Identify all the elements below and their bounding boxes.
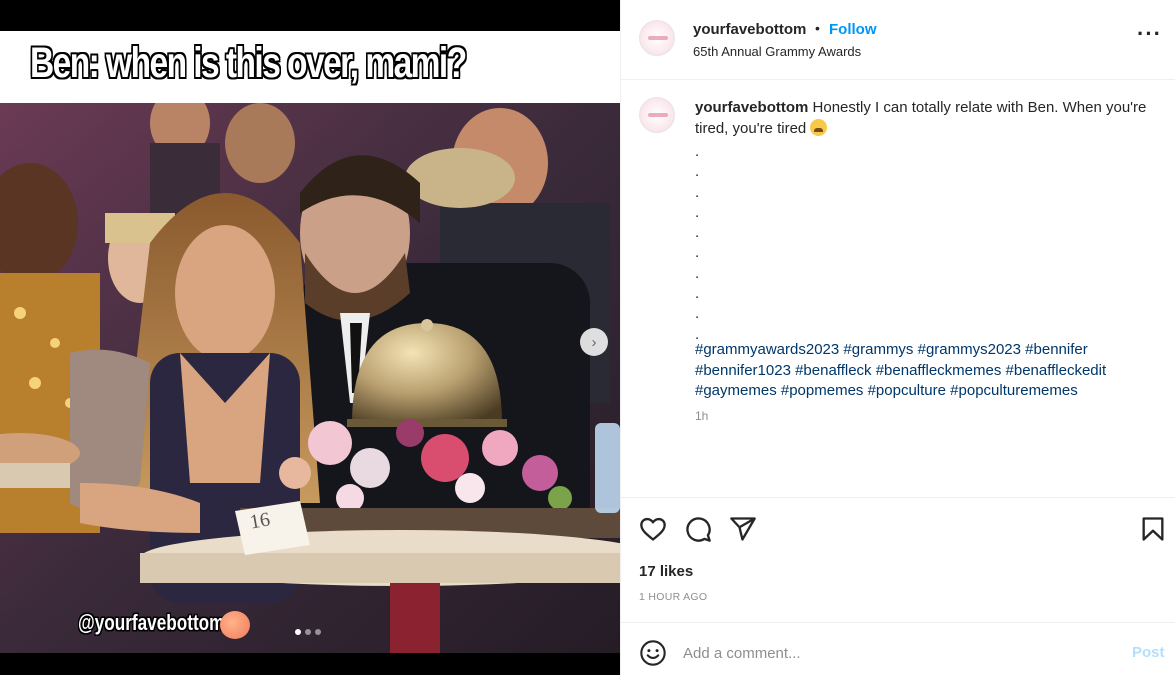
caption-dot-line: .: [695, 163, 700, 181]
hashtag-link[interactable]: #popculture: [868, 382, 946, 399]
posted-time: 1 HOUR AGO: [639, 591, 708, 603]
caption-text: yourfavebottom Honestly I can totally re…: [695, 98, 1150, 139]
hashtag-link[interactable]: #bennifer: [1025, 341, 1088, 358]
header-username[interactable]: yourfavebottom: [693, 21, 806, 38]
carousel-dot: [305, 629, 311, 635]
hashtag-link[interactable]: #benaffleckmemes: [876, 362, 1002, 379]
caption-dot-line: .: [695, 305, 700, 323]
action-bar: 17 likes 1 HOUR AGO: [621, 498, 1175, 623]
caption-dot-line: .: [695, 224, 700, 242]
post-media[interactable]: Ben: when is this over, mami? @yourfaveb…: [0, 0, 620, 675]
peach-emoji-icon: [220, 611, 250, 639]
caption-dot-line: .: [695, 143, 700, 160]
share-icon[interactable]: [729, 515, 757, 543]
carousel-dot: [295, 629, 301, 635]
post-details-panel: yourfavebottom • Follow 65th Annual Gram…: [620, 0, 1175, 675]
comment-icon[interactable]: [684, 515, 712, 543]
caption-dot-line: .: [695, 244, 700, 262]
caption-dot-line: .: [695, 183, 700, 201]
chevron-right-icon: ›: [591, 333, 597, 351]
post-header: yourfavebottom • Follow 65th Annual Gram…: [621, 0, 1175, 80]
follow-button[interactable]: Follow: [829, 21, 877, 38]
caption-dot-line: .: [695, 285, 700, 303]
hashtag-link[interactable]: #grammys: [843, 341, 913, 358]
avatar[interactable]: [639, 20, 675, 56]
caption-area: yourfavebottom Honestly I can totally re…: [621, 80, 1175, 498]
hashtag-link[interactable]: #popculturememes: [950, 382, 1078, 399]
caption-avatar[interactable]: [639, 97, 675, 133]
hashtag-list: #grammyawards2023 #grammys #grammys2023 …: [695, 340, 1155, 402]
table-card-number: 16: [248, 508, 272, 534]
heart-icon[interactable]: [639, 515, 667, 543]
comment-box: Post: [621, 623, 1175, 675]
caption-timestamp: 1h: [695, 409, 709, 423]
meme-caption: Ben: when is this over, mami?: [30, 39, 467, 87]
watermark-text: @yourfavebottom: [78, 610, 225, 635]
carousel-next-button[interactable]: ›: [580, 328, 608, 356]
hashtag-link[interactable]: #benaffleck: [795, 362, 871, 379]
carousel-dot: [315, 629, 321, 635]
bookmark-icon[interactable]: [1139, 515, 1167, 543]
caption-dot-line: .: [695, 264, 700, 282]
grammy-photo-illustration: [0, 103, 620, 653]
hashtag-link[interactable]: #bennifer1023: [695, 362, 791, 379]
caption-dot-line: .: [695, 203, 700, 221]
caption-username[interactable]: yourfavebottom: [695, 99, 808, 116]
comment-input[interactable]: [683, 635, 1103, 671]
post-button[interactable]: Post: [1132, 644, 1165, 661]
likes-count[interactable]: 17 likes: [639, 563, 693, 580]
hashtag-link[interactable]: #popmemes: [781, 382, 864, 399]
location-link[interactable]: 65th Annual Grammy Awards: [693, 44, 861, 59]
hashtag-link[interactable]: #grammyawards2023: [695, 341, 839, 358]
post-photo[interactable]: @yourfavebottom 16: [0, 103, 620, 653]
tired-face-emoji-icon: [810, 118, 828, 136]
hashtag-link[interactable]: #grammys2023: [918, 341, 1021, 358]
more-horizontal-icon[interactable]: ···: [1137, 23, 1162, 45]
caption-dot-lines: ..........: [695, 142, 699, 345]
meme-caption-bar: Ben: when is this over, mami?: [0, 31, 620, 103]
separator-dot: •: [815, 20, 820, 36]
hashtag-link[interactable]: #gaymemes: [695, 382, 777, 399]
hashtag-link[interactable]: #benaffleckedit: [1006, 362, 1107, 379]
carousel-indicator: [295, 629, 321, 635]
emoji-icon[interactable]: [639, 639, 667, 667]
